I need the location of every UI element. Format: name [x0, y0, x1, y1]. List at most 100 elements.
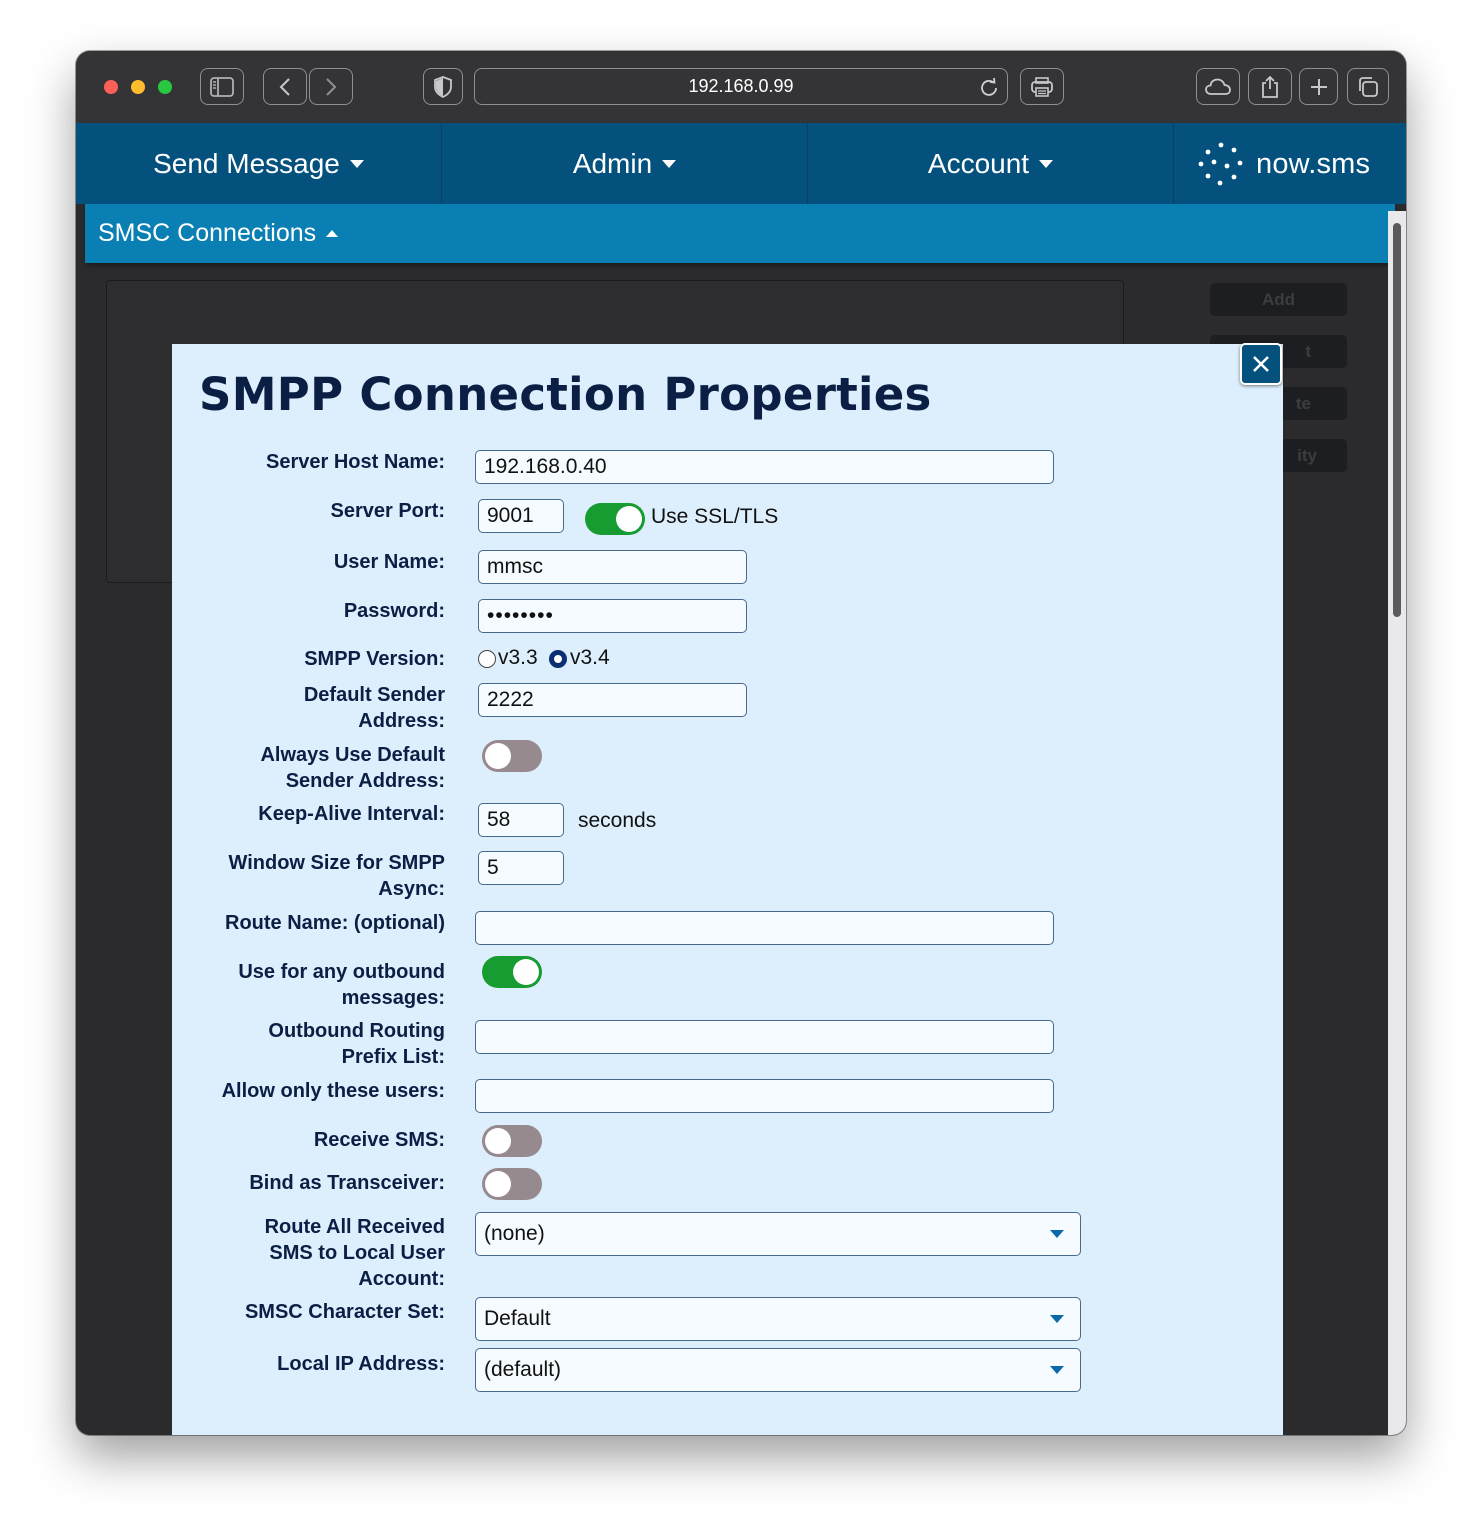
charset-label: SMSC Character Set: — [244, 1301, 445, 1323]
route-received-label: Route All Received SMS to Local User Acc… — [264, 1216, 445, 1290]
zoom-window-button[interactable] — [158, 80, 172, 94]
share-button[interactable] — [1248, 68, 1292, 105]
smpp-version-label: SMPP Version: — [304, 648, 445, 670]
password-label: Password: — [343, 600, 445, 622]
local-ip-value: (default) — [484, 1358, 562, 1381]
share-icon — [1262, 75, 1278, 98]
user-name-input[interactable]: mmsc — [478, 550, 747, 584]
nowsms-logo[interactable]: now.sms — [1196, 141, 1386, 187]
shield-icon — [434, 75, 452, 98]
server-port-input[interactable]: 9001 — [478, 499, 564, 533]
receive-sms-label: Receive SMS: — [313, 1129, 445, 1151]
chevron-right-icon — [326, 77, 337, 96]
close-icon — [1253, 356, 1269, 372]
bind-transceiver-label: Bind as Transceiver: — [249, 1172, 445, 1194]
sidebar-icon — [210, 76, 234, 97]
main-nav: Send Message Admin Account now.sms — [76, 123, 1406, 204]
window-size-input[interactable]: 5 — [478, 851, 564, 885]
smpp-v33-label: v3.3 — [498, 646, 538, 669]
add-button-label: Add — [1261, 289, 1296, 309]
address-bar[interactable]: 192.168.0.99 — [474, 68, 1008, 105]
route-name-label: Route Name: (optional) — [225, 912, 445, 934]
receive-sms-toggle[interactable] — [482, 1125, 542, 1157]
dropdown-arrow-icon — [1050, 1230, 1064, 1238]
add-button: Add — [1210, 283, 1347, 316]
chevron-left-icon — [279, 77, 290, 96]
icloud-tabs-button[interactable] — [1196, 68, 1240, 105]
edit-button-label: t — [1305, 341, 1311, 361]
nav-admin-label: Admin — [572, 147, 653, 179]
delete-button-label: te — [1295, 393, 1311, 413]
toggle-knob — [616, 506, 642, 532]
tabs-icon — [1359, 76, 1378, 97]
reload-icon[interactable] — [979, 77, 999, 97]
route-received-value: (none) — [484, 1222, 545, 1245]
local-ip-label: Local IP Address: — [277, 1353, 445, 1375]
nav-send-message[interactable]: Send Message — [76, 123, 442, 204]
allow-users-label: Allow only these users: — [221, 1080, 445, 1102]
always-default-sender-label: Always Use Default Sender Address: — [260, 744, 445, 792]
route-received-select[interactable]: (none) — [475, 1212, 1081, 1256]
page-scrollbar-thumb[interactable] — [1393, 223, 1401, 617]
subheader-title: SMSC Connections — [98, 219, 317, 247]
printer-icon — [1031, 76, 1053, 97]
dropdown-arrow-icon — [1050, 1315, 1064, 1323]
use-outbound-toggle[interactable] — [482, 956, 542, 988]
nav-send-message-label: Send Message — [153, 147, 340, 179]
password-input[interactable]: •••••••• — [478, 599, 747, 633]
ssl-toggle[interactable] — [585, 503, 645, 535]
toggle-knob — [485, 1128, 511, 1154]
close-window-button[interactable] — [104, 80, 118, 94]
server-host-label: Server Host Name: — [266, 451, 445, 473]
server-port-label: Server Port: — [330, 500, 446, 522]
use-outbound-label: Use for any outbound messages: — [238, 961, 445, 1009]
server-host-input[interactable]: 192.168.0.40 — [475, 450, 1054, 484]
dialog-title: SMPP Connection Properties — [199, 368, 932, 421]
cloud-icon — [1205, 78, 1231, 95]
charset-value: Default — [484, 1307, 551, 1330]
default-sender-input[interactable]: 2222 — [478, 683, 747, 717]
nav-admin[interactable]: Admin — [442, 123, 808, 204]
smpp-v34-radio[interactable] — [549, 650, 567, 668]
local-ip-select[interactable]: (default) — [475, 1348, 1081, 1392]
forward-button[interactable] — [309, 68, 353, 105]
plus-icon — [1310, 78, 1327, 95]
nav-account-label: Account — [927, 147, 1030, 179]
caret-up-icon — [326, 230, 339, 237]
default-sender-label: Default Sender Address: — [303, 684, 445, 732]
dropdown-arrow-icon — [1050, 1366, 1064, 1374]
keep-alive-input[interactable]: 58 — [478, 803, 564, 837]
caret-down-icon — [662, 159, 677, 168]
smsc-connections-header[interactable]: SMSC Connections — [85, 204, 1395, 263]
close-dialog-button[interactable] — [1240, 343, 1282, 385]
smpp-v33-radio[interactable] — [478, 650, 496, 668]
toggle-knob — [485, 743, 511, 769]
url-text: 192.168.0.99 — [688, 76, 794, 96]
reader-print-button[interactable] — [1020, 68, 1064, 105]
logo-dots-icon — [1198, 142, 1243, 186]
allow-users-input[interactable] — [475, 1079, 1054, 1113]
routing-prefix-input[interactable] — [475, 1020, 1054, 1054]
tab-overview-button[interactable] — [1347, 68, 1389, 105]
sidebar-toggle-button[interactable] — [200, 68, 244, 105]
routing-prefix-label: Outbound Routing Prefix List: — [268, 1020, 445, 1068]
toggle-knob — [485, 1171, 511, 1197]
charset-select[interactable]: Default — [475, 1297, 1081, 1341]
privacy-shield-button[interactable] — [423, 68, 463, 105]
logo-text: now.sms — [1256, 147, 1371, 180]
back-button[interactable] — [263, 68, 307, 105]
window-size-label: Window Size for SMPP Async: — [228, 852, 446, 900]
new-tab-button[interactable] — [1299, 68, 1338, 105]
bind-transceiver-toggle[interactable] — [482, 1168, 542, 1200]
always-default-sender-toggle[interactable] — [482, 740, 542, 772]
nav-account[interactable]: Account — [808, 123, 1174, 204]
minimize-window-button[interactable] — [131, 80, 145, 94]
ssl-label: Use SSL/TLS — [651, 505, 779, 528]
activity-button-label: ity — [1297, 445, 1317, 465]
keep-alive-label: Keep-Alive Interval: — [258, 803, 445, 825]
keep-alive-unit: seconds — [578, 809, 657, 832]
smpp-properties-dialog: SMPP Connection Properties Server Host N… — [172, 344, 1283, 1435]
user-name-label: User Name: — [333, 551, 445, 573]
route-name-input[interactable] — [475, 911, 1054, 945]
caret-down-icon — [1039, 159, 1054, 168]
